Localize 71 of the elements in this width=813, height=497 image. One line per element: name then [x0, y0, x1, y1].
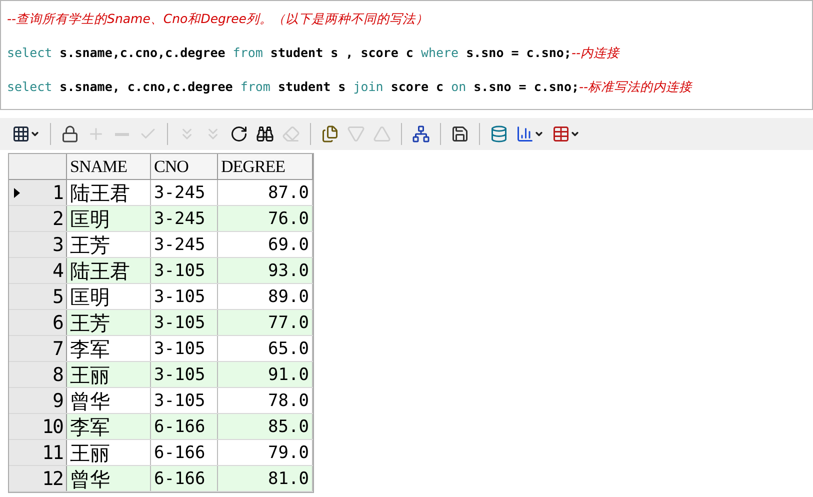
- row-number: 7: [52, 337, 64, 361]
- table-cell: 王丽: [67, 362, 151, 387]
- row-number: 8: [52, 363, 64, 387]
- table-cell: 6-166: [151, 466, 218, 491]
- row-number: 12: [41, 467, 64, 491]
- code-line: select s.sname,c.cno,c.degree from student s , score c where s.sno = c.sno;--内连接: [7, 44, 621, 62]
- table-cell: 王芳: [67, 310, 151, 335]
- row-number: 4: [52, 259, 64, 283]
- row-number: 9: [52, 389, 64, 413]
- column-header[interactable]: SNAME: [67, 154, 151, 179]
- row-number: 1: [52, 181, 64, 205]
- table-cell: 77.0: [218, 310, 313, 335]
- database-icon: [490, 125, 508, 143]
- table-cell: 6-166: [151, 440, 218, 465]
- table-cell: 78.0: [218, 388, 313, 413]
- row-number: 5: [52, 285, 64, 309]
- table-cell: 91.0: [218, 362, 313, 387]
- triangle-icon: [373, 125, 391, 143]
- table-cell: 3-245: [151, 180, 218, 205]
- table-cell: 曾华: [67, 466, 151, 491]
- table-cell: 陆王君: [67, 258, 151, 283]
- table-cell: 曾华: [67, 388, 151, 413]
- column-header[interactable]: DEGREE: [218, 154, 313, 179]
- table-cell: 79.0: [218, 440, 313, 465]
- lock-icon: [61, 125, 79, 143]
- table-cell: 87.0: [218, 180, 313, 205]
- table-cell: 3-105: [151, 336, 218, 361]
- documents-icon: [321, 125, 339, 143]
- table-cell: 3-105: [151, 362, 218, 387]
- table-cell: 李军: [67, 336, 151, 361]
- minus-icon: [115, 132, 129, 136]
- table-icon: [552, 125, 570, 143]
- table-cell: 3-105: [151, 258, 218, 283]
- row-number: 11: [41, 441, 64, 465]
- table-cell: 李军: [67, 414, 151, 439]
- table-cell: 王芳: [67, 232, 151, 257]
- triangle-down-icon: [347, 125, 365, 143]
- table-cell: 王丽: [67, 440, 151, 465]
- code-line: --查询所有学生的Sname、Cno和Degree列。（以下是两种不同的写法）: [7, 10, 430, 28]
- save-icon: [451, 125, 469, 143]
- table-cell: 93.0: [218, 258, 313, 283]
- table-cell: 3-105: [151, 388, 218, 413]
- table-cell: 76.0: [218, 206, 313, 231]
- row-number: 3: [52, 233, 64, 257]
- table-cell: 65.0: [218, 336, 313, 361]
- table-cell: 85.0: [218, 414, 313, 439]
- table-cell: 3-105: [151, 284, 218, 309]
- grid-icon: [12, 125, 30, 143]
- table-cell: 3-105: [151, 310, 218, 335]
- table-cell: 3-245: [151, 232, 218, 257]
- bar-chart-icon: [516, 125, 534, 143]
- row-number: 2: [52, 207, 64, 231]
- table-cell: 6-166: [151, 414, 218, 439]
- current-row-marker-icon: [14, 188, 20, 198]
- column-header[interactable]: CNO: [151, 154, 218, 179]
- row-number: 10: [41, 415, 64, 439]
- table-cell: 89.0: [218, 284, 313, 309]
- sql-editor[interactable]: [0, 0, 813, 110]
- refresh-icon: [230, 125, 248, 143]
- table-cell: 陆王君: [67, 180, 151, 205]
- eraser-icon: [282, 125, 300, 143]
- table-cell: 69.0: [218, 232, 313, 257]
- table-cell: 匡明: [67, 284, 151, 309]
- search-icon: [256, 125, 274, 143]
- tree-icon: [412, 125, 430, 143]
- plus-icon: [87, 125, 105, 143]
- table-cell: 81.0: [218, 466, 313, 491]
- table-cell: 匡明: [67, 206, 151, 231]
- row-number: 6: [52, 311, 64, 335]
- table-cell: 3-245: [151, 206, 218, 231]
- code-line: select s.sname, c.cno,c.degree from student s join score c on s.sno = c.sno;--标准写法的内连接: [7, 78, 694, 96]
